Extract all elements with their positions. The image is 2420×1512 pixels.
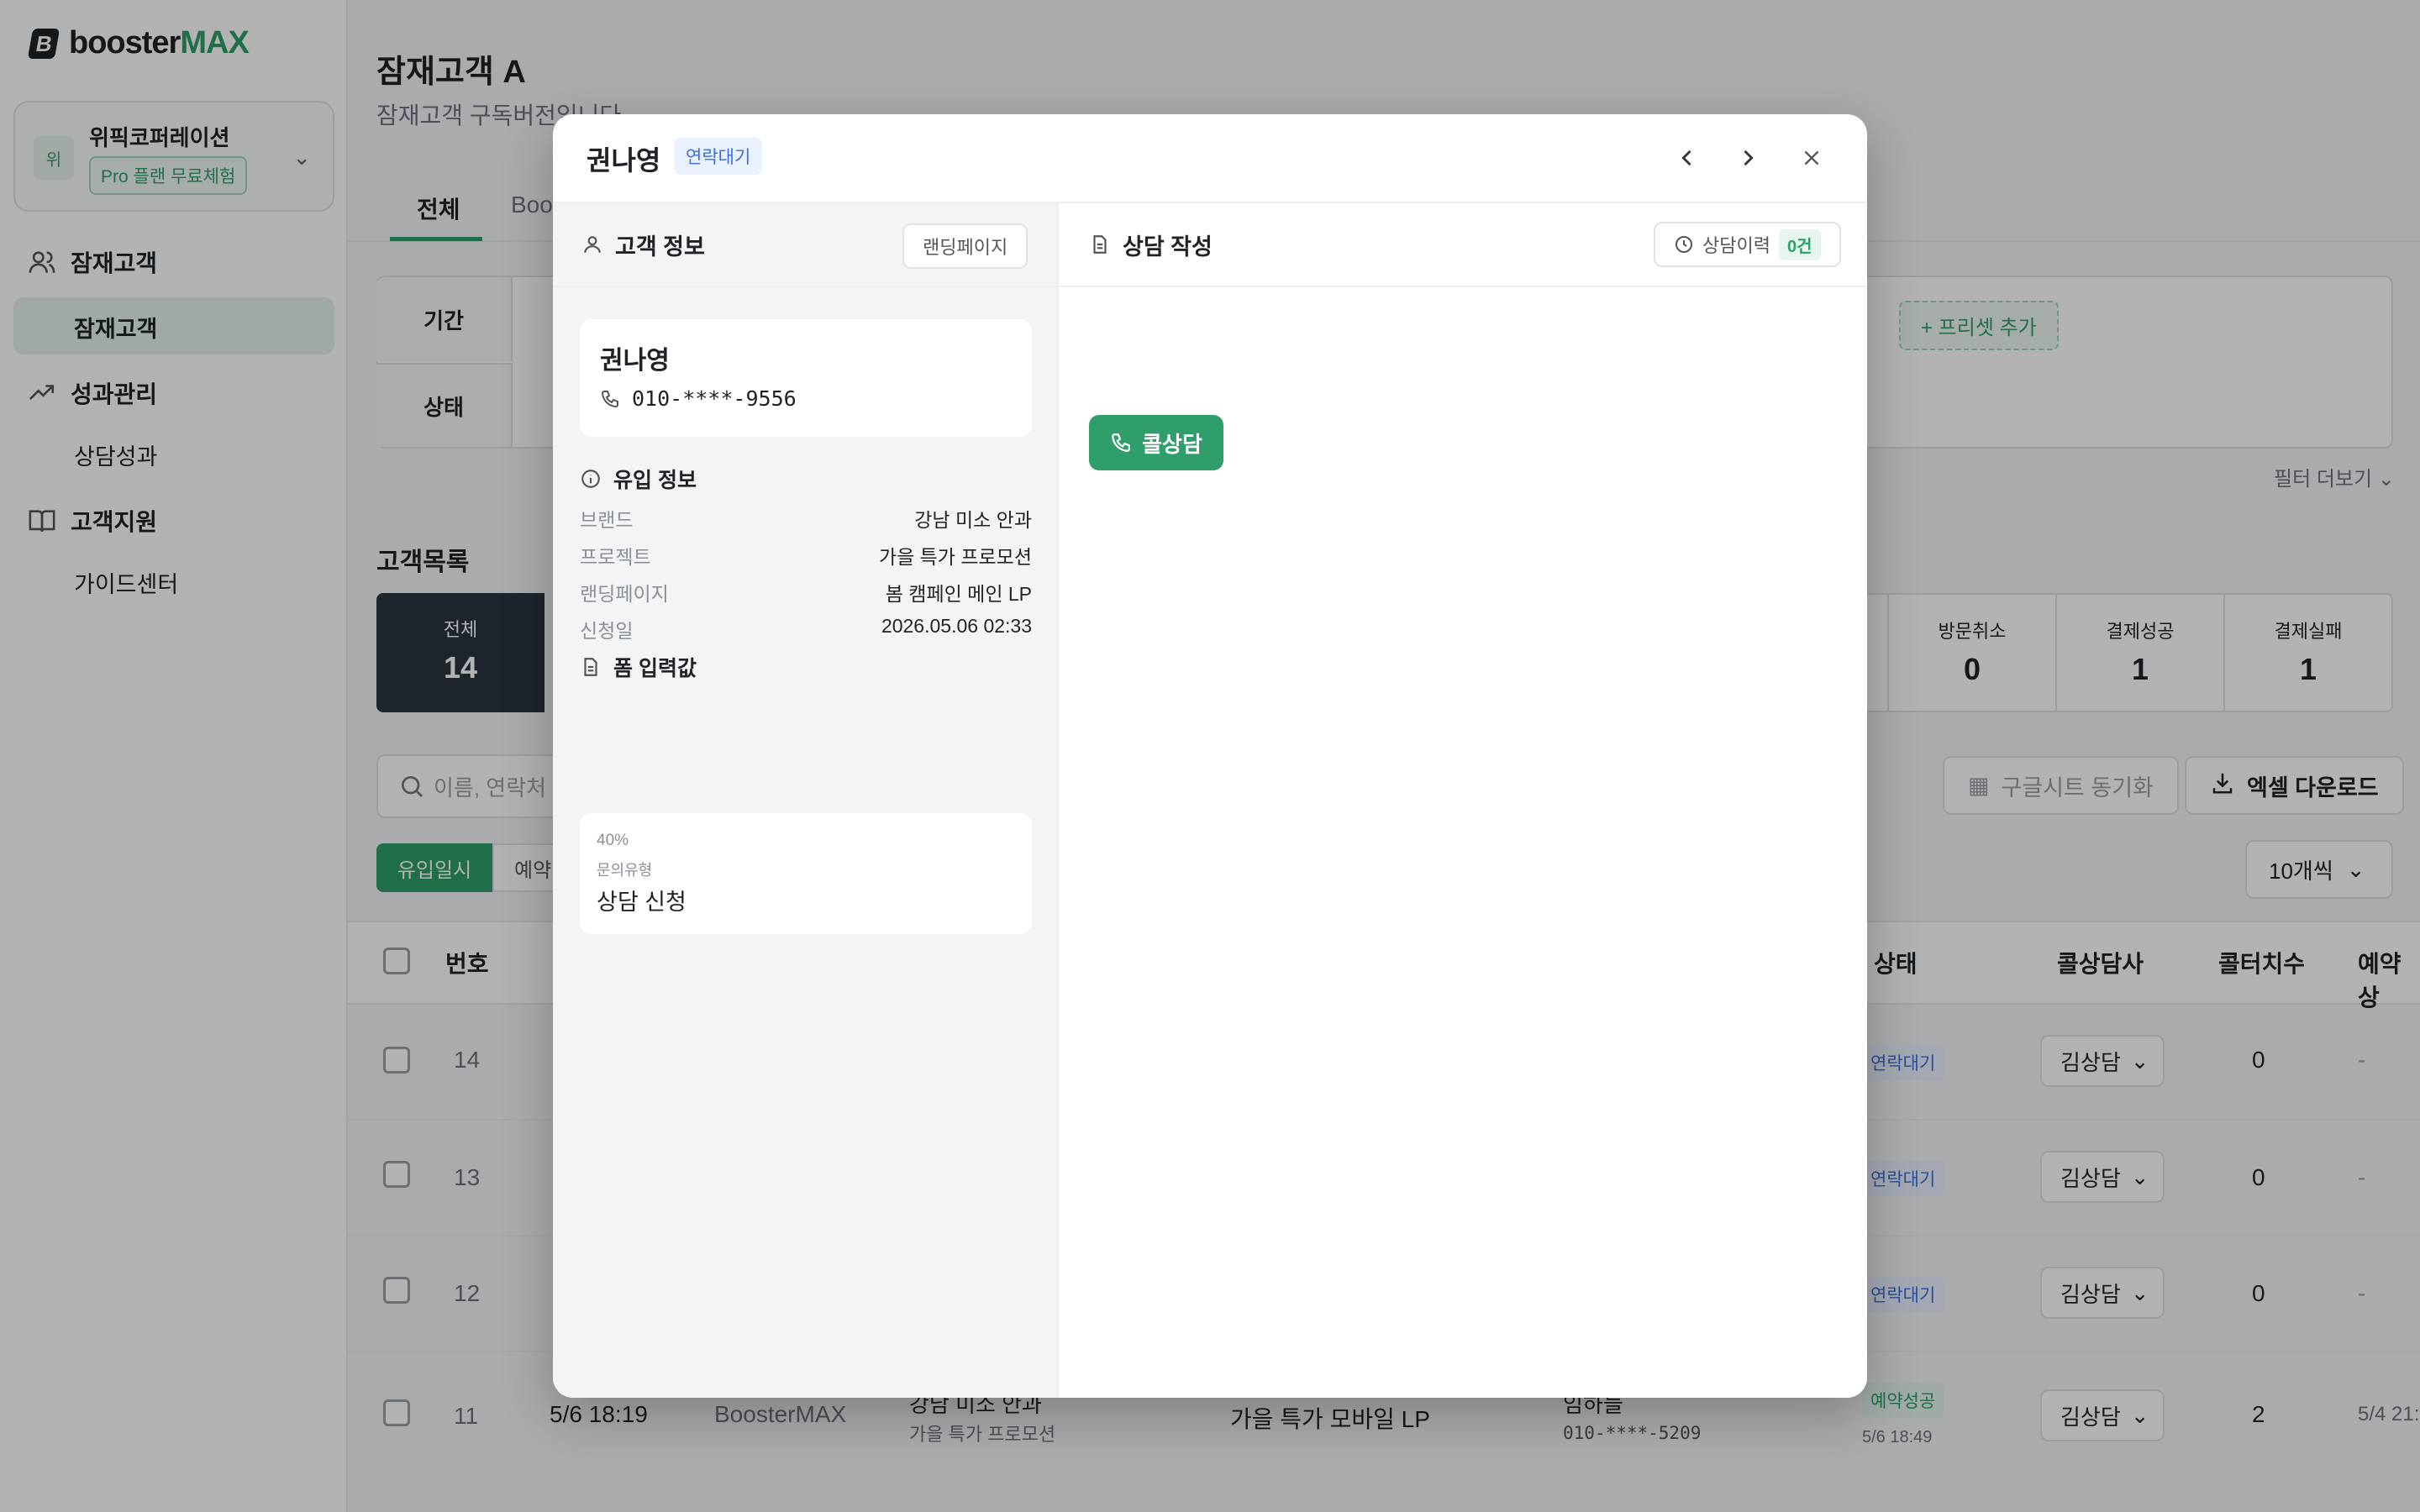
inflow-landing-row: 랜딩페이지 봄 캠페인 메인 LP	[580, 578, 1032, 606]
inflow-key: 프로젝트	[580, 546, 651, 568]
info-icon	[581, 470, 600, 488]
inflow-key: 랜딩페이지	[580, 583, 669, 605]
inflow-value: 2026.05.06 02:33	[881, 615, 1032, 637]
customer-info-pane: 고객 정보 랜딩페이지 권나영 010-****-9556 유입 정보 브랜드 강…	[553, 203, 1059, 1398]
consult-pane: 상담 작성 상담이력 0건 콜상담	[1060, 203, 1867, 1398]
inflow-key: 신청일	[580, 620, 634, 642]
next-customer-button[interactable]	[1728, 138, 1768, 178]
inflow-value: 강남 미소 안과	[914, 509, 1032, 531]
form-section-title: 폼 입력값	[580, 652, 697, 682]
status-badge: 연락대기	[674, 138, 763, 175]
consult-history-button[interactable]: 상담이력 0건	[1654, 222, 1841, 267]
history-label: 상담이력	[1702, 235, 1770, 256]
status-badge-label: 연락대기	[674, 138, 763, 175]
modal-customer-name: 권나영	[587, 145, 661, 176]
consult-title: 상담 작성	[1123, 234, 1213, 260]
clock-icon	[1676, 236, 1692, 253]
customer-card: 권나영 010-****-9556	[580, 319, 1032, 437]
form-progress: 40%	[597, 832, 629, 849]
call-consult-tab[interactable]: 콜상담	[1089, 415, 1223, 470]
form-field-inquiry: 40% 문의유형 상담 신청	[580, 813, 1032, 934]
customer-phone-number: 010-****-9556	[632, 386, 797, 411]
inflow-project-row: 프로젝트 가을 특가 프로모션	[580, 541, 1032, 570]
inflow-key: 브랜드	[580, 509, 634, 531]
inflow-brand-row: 브랜드 강남 미소 안과	[580, 504, 1032, 533]
inflow-title: 유입 정보	[613, 469, 697, 492]
form-title: 폼 입력값	[613, 657, 697, 680]
inflow-value: 봄 캠페인 메인 LP	[885, 583, 1032, 605]
document-icon	[584, 658, 597, 676]
form-label: 문의유형	[597, 862, 653, 879]
document-icon	[1093, 235, 1107, 254]
inflow-value: 가을 특가 프로모션	[878, 546, 1032, 568]
landing-page-button[interactable]: 랜딩페이지	[902, 223, 1028, 269]
customer-info-title: 고객 정보	[615, 234, 705, 260]
call-consult-label: 콜상담	[1142, 431, 1202, 457]
inflow-date-row: 신청일 2026.05.06 02:33	[580, 615, 1032, 643]
chevron-right-icon	[1744, 150, 1754, 166]
close-icon	[1804, 150, 1819, 165]
form-value: 상담 신청	[597, 890, 687, 915]
customer-phone[interactable]: 010-****-9556	[600, 386, 797, 411]
customer-name: 권나영	[600, 347, 670, 375]
prev-customer-button[interactable]	[1667, 138, 1707, 178]
phone-icon	[601, 390, 618, 407]
phone-icon	[1112, 433, 1130, 452]
modal-header: 권나영 연락대기	[553, 114, 1867, 203]
close-button[interactable]	[1791, 138, 1832, 178]
chevron-left-icon	[1681, 150, 1691, 166]
history-count-badge: 0건	[1778, 228, 1821, 260]
inflow-section-title: 유입 정보	[580, 464, 697, 494]
user-icon	[584, 236, 601, 253]
customer-detail-modal: 권나영 연락대기 고객 정보 랜딩페이지 권나영 010-****-9556 유…	[553, 114, 1867, 1398]
